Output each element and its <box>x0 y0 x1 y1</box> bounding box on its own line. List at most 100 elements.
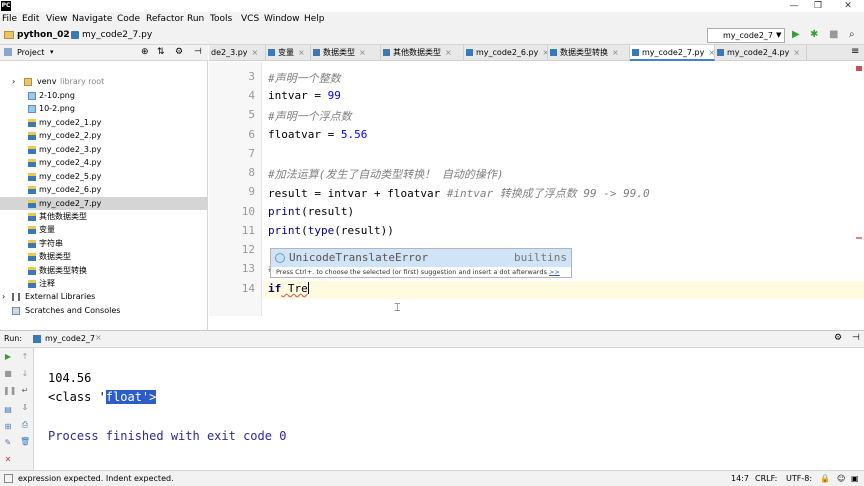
print-icon[interactable]: ⎙ <box>20 420 30 429</box>
error-stripe-marker[interactable] <box>856 66 862 71</box>
menu-vcs[interactable]: VCS <box>241 14 259 24</box>
minimize-button[interactable]: — <box>782 0 806 12</box>
tree-item-label: my_code2_5.py <box>39 172 102 181</box>
tab-shujuleixing[interactable]: 数据类型 × <box>311 45 381 61</box>
toggle-tool-windows-icon[interactable] <box>4 474 13 483</box>
trash-icon[interactable]: 🗑 <box>20 437 30 446</box>
tree-item-file[interactable]: 10-2.png <box>0 102 208 115</box>
error-stripe-marker[interactable] <box>856 237 862 239</box>
menu-file[interactable]: File <box>2 14 17 24</box>
menu-edit[interactable]: Edit <box>22 14 39 24</box>
tree-item-file-selected[interactable]: my_code2_7.py <box>0 197 208 210</box>
dump-threads-icon[interactable]: ▤ <box>3 405 13 414</box>
close-icon[interactable]: × <box>793 48 800 57</box>
maximize-button[interactable]: ❐ <box>806 0 830 12</box>
pause-icon[interactable]: ❚❚ <box>3 386 16 395</box>
caret-position[interactable]: 14:7 <box>731 474 749 483</box>
tree-item-file[interactable]: my_code2_3.py <box>0 143 208 156</box>
close-icon[interactable]: × <box>252 48 259 57</box>
down-arrow-icon[interactable]: ↓ <box>20 369 30 378</box>
tree-item-scratches[interactable]: Scratches and Consoles <box>0 304 208 317</box>
tab-de2_3[interactable]: de2_3.py × <box>209 45 266 61</box>
tree-item-file[interactable]: 数据类型转换 <box>0 264 208 277</box>
event-log-icon[interactable]: ▣ <box>851 474 859 483</box>
tab-label: my_code2_4.py <box>727 48 790 57</box>
expand-arrow-icon[interactable]: › <box>12 75 15 88</box>
lock-icon[interactable]: 🔒 <box>820 474 830 483</box>
close-run-icon[interactable]: ✕ <box>3 455 13 464</box>
breadcrumb-file[interactable]: my_code2_7.py <box>82 30 152 40</box>
search-icon[interactable]: ⌕ <box>849 29 855 40</box>
tab-my-code2-4[interactable]: my_code2_4.py × <box>715 45 807 61</box>
tab-qita[interactable]: 其他数据类型 × <box>381 45 464 61</box>
tab-my-code2-6[interactable]: my_code2_6.py× <box>464 45 548 61</box>
tree-item-file[interactable]: 其他数据类型 <box>0 210 208 223</box>
code-line-11: print(type(result)) <box>268 224 394 237</box>
close-icon[interactable]: × <box>445 48 452 57</box>
hide-icon[interactable]: ⊣ <box>852 333 860 343</box>
menu-navigate[interactable]: Navigate <box>72 14 112 24</box>
tree-item-file[interactable]: my_code2_6.py <box>0 183 208 196</box>
stop-icon[interactable]: ■ <box>829 29 838 40</box>
expression: result = intvar + floatvar <box>268 187 447 200</box>
scroll-to-end-icon[interactable]: ⇩ <box>20 403 30 412</box>
gear-icon[interactable]: ⚙ <box>175 47 183 57</box>
run-tab[interactable]: my_code2_7 <box>45 334 95 343</box>
menu-help[interactable]: Help <box>304 14 325 24</box>
tree-item-file[interactable]: 字符串 <box>0 237 208 250</box>
close-icon[interactable]: × <box>95 333 102 342</box>
tree-item-file[interactable]: 2-10.png <box>0 89 208 102</box>
run-configuration-select[interactable]: my_code2_7 ▼ <box>707 28 785 43</box>
tree-item-file[interactable]: my_code2_4.py <box>0 156 208 169</box>
close-icon[interactable]: × <box>612 48 619 57</box>
project-title[interactable]: Project <box>17 48 44 57</box>
menu-code[interactable]: Code <box>117 14 140 24</box>
menu-run[interactable]: Run <box>187 14 204 24</box>
tab-bianliang[interactable]: 变量 × <box>266 45 311 61</box>
close-icon[interactable]: × <box>708 48 714 57</box>
menu-window[interactable]: Window <box>264 14 300 24</box>
menu-tools[interactable]: Tools <box>210 14 232 24</box>
tree-item-file[interactable]: my_code2_1.py <box>0 116 208 129</box>
tree-item-file[interactable]: my_code2_2.py <box>0 129 208 142</box>
line-separator[interactable]: CRLF: <box>755 474 777 483</box>
inspector-icon[interactable]: ☺ <box>837 474 845 483</box>
tree-item-file[interactable]: 数据类型 <box>0 250 208 263</box>
debug-icon[interactable]: ✱ <box>810 29 818 40</box>
tree-item-label: my_code2_7.py <box>39 199 102 208</box>
locate-icon[interactable]: ⊕ <box>141 47 149 57</box>
run-console[interactable]: 104.56 <class 'float'> Process finished … <box>34 348 864 470</box>
tree-item-file[interactable]: 变量 <box>0 223 208 236</box>
completion-item-selected[interactable]: UnicodeTranslateError builtins <box>271 249 571 267</box>
tree-item-file[interactable]: 注释 <box>0 277 208 290</box>
completion-module: builtins <box>514 251 567 264</box>
completion-name: UnicodeTranslateError <box>289 251 429 264</box>
tab-my-code2-7[interactable]: my_code2_7.py × <box>630 45 715 61</box>
rerun-icon[interactable]: ▶ <box>3 352 13 361</box>
tree-item-file[interactable]: my_code2_5.py <box>0 170 208 183</box>
close-icon[interactable]: × <box>359 48 366 57</box>
tab-zhuanhuan[interactable]: 数据类型转换 × <box>548 45 630 61</box>
expand-arrow-icon[interactable]: › <box>2 290 5 303</box>
settings-icon[interactable]: ⊞ <box>3 422 13 431</box>
tree-item-venv[interactable]: › venv library root <box>0 75 208 88</box>
tab-list-icon[interactable]: ≡ <box>851 46 859 57</box>
code-editor[interactable]: 3 4 5 6 7 8 9 10 11 12 13 14 #声明一个整数 int… <box>209 62 864 330</box>
file-encoding[interactable]: UTF-8: <box>786 474 812 483</box>
menu-view[interactable]: View <box>46 14 67 24</box>
soft-wrap-icon[interactable]: ↵ <box>20 386 30 395</box>
up-arrow-icon[interactable]: ↑ <box>20 352 30 361</box>
close-icon[interactable]: × <box>298 48 305 57</box>
stop-icon[interactable]: ■ <box>3 369 13 378</box>
project-view-dropdown-icon[interactable]: ▾ <box>50 48 54 56</box>
hide-icon[interactable]: ⊣ <box>194 47 202 57</box>
close-window-button[interactable]: ✕ <box>836 0 860 12</box>
gear-icon[interactable]: ⚙ <box>834 333 842 343</box>
pin-icon[interactable]: ✎ <box>3 438 13 447</box>
tree-item-external-libraries[interactable]: › External Libraries <box>0 290 208 303</box>
completion-hint-link[interactable]: >> <box>549 268 560 276</box>
collapse-icon[interactable]: ⇅ <box>157 47 165 57</box>
breadcrumb-project[interactable]: python_02 <box>17 30 70 40</box>
run-icon[interactable]: ▶ <box>792 29 800 40</box>
menu-refactor[interactable]: Refactor <box>146 14 184 24</box>
